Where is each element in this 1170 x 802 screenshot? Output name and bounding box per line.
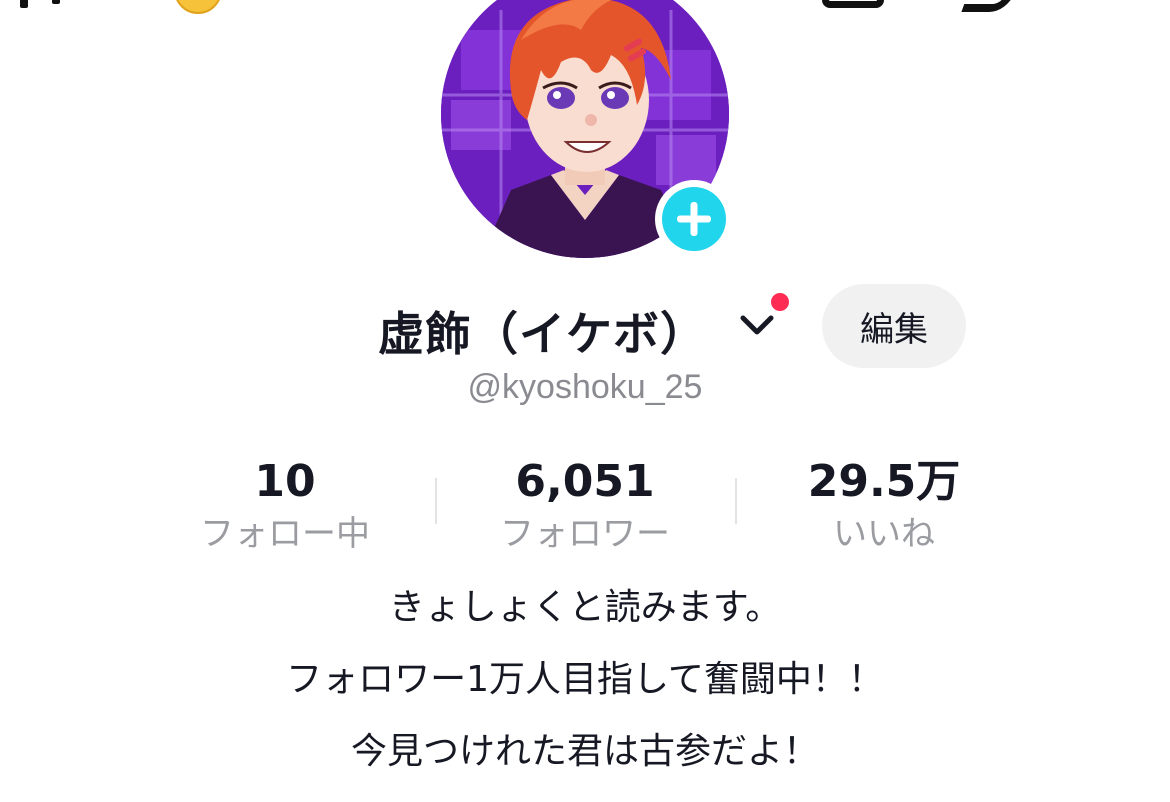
stat-followers[interactable]: 6,051 フォロワー [455,452,715,556]
emoji-icon[interactable] [174,0,222,14]
profile-page: 虚飾（イケボ） 編集 @kyoshoku_25 10 フォロー中 6,051 フ… [0,0,1170,802]
followers-count: 6,051 [515,456,655,507]
nav-fragment [20,0,28,8]
bio-line: フォロワー1万人目指して奮闘中！！ [286,659,884,700]
likes-count: 29.5万 [807,456,961,507]
username: @kyoshoku_25 [467,368,703,406]
add-avatar-button[interactable] [655,180,733,258]
shop-icon[interactable] [822,0,884,8]
stat-following[interactable]: 10 フォロー中 [155,452,415,556]
divider [735,478,737,524]
bio: きょしょくと読みます。 フォロワー1万人目指して奮闘中！！ 今見つけれた君は古参… [0,580,1170,796]
following-count: 10 [254,456,316,507]
plus-icon [662,187,726,251]
following-label: フォロー中 [200,514,370,554]
nav-fragment [52,0,60,4]
chevron-down-icon[interactable] [737,310,777,340]
stat-likes[interactable]: 29.5万 いいね [754,452,1014,556]
likes-label: いいね [833,514,935,554]
stats-row: 10 フォロー中 6,051 フォロワー 29.5万 いいね [0,452,1170,554]
divider [435,478,437,524]
display-name: 虚飾（イケボ） [378,307,707,361]
bio-line: きょしょくと読みます。 [388,587,782,628]
name-row: 虚飾（イケボ） 編集 [0,284,1170,368]
followers-label: フォロワー [500,514,670,554]
menu-icon[interactable] [961,0,1017,12]
edit-profile-button[interactable]: 編集 [822,284,966,368]
notification-dot [768,290,792,314]
bio-line: 今見つけれた君は古参だよ！ [350,731,819,772]
